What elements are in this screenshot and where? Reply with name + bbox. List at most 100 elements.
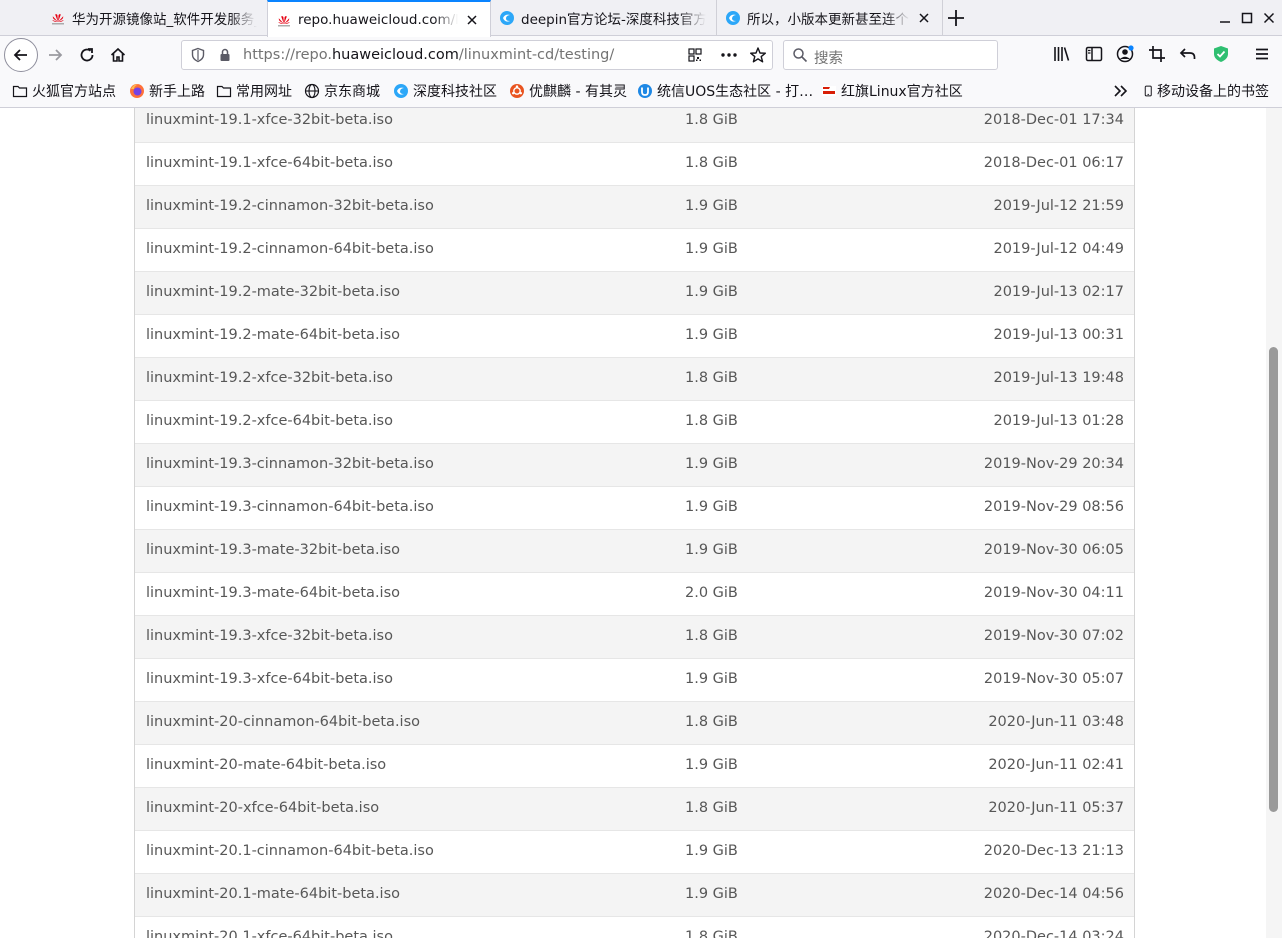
file-link[interactable]: linuxmint-19.3-cinnamon-64bit-beta.iso <box>146 499 434 515</box>
file-date: 2019-Nov-30 04:11 <box>983 585 1124 601</box>
folder-icon <box>12 85 28 98</box>
bookmark-mobile[interactable]: 移动设备上的书签 <box>1143 82 1269 100</box>
bookmark-jd[interactable]: 京东商城 <box>304 82 380 100</box>
file-link[interactable]: linuxmint-19.3-mate-64bit-beta.iso <box>146 585 400 601</box>
home-icon <box>110 47 126 62</box>
arrow-right-icon <box>49 49 63 61</box>
file-link[interactable]: linuxmint-20.1-cinnamon-64bit-beta.iso <box>146 843 434 859</box>
table-row: linuxmint-19.1-xfce-32bit-beta.iso 1.8 Gi… <box>135 108 1134 143</box>
account-icon[interactable] <box>1115 44 1135 64</box>
table-row: linuxmint-20.1-mate-64bit-beta.iso 1.9 Gi… <box>135 874 1134 917</box>
close-tab-icon[interactable] <box>464 12 480 28</box>
file-size: 1.8 GiB <box>685 155 738 171</box>
shield-icon[interactable] <box>190 47 206 63</box>
url-bar[interactable]: https://repo.huaweicloud.com/linuxmint-c… <box>181 40 773 70</box>
chevron-double-right-icon[interactable] <box>1112 82 1130 100</box>
file-link[interactable]: linuxmint-20.1-xfce-64bit-beta.iso <box>146 929 393 938</box>
scrollbar-thumb[interactable] <box>1269 347 1278 812</box>
file-link[interactable]: linuxmint-20-xfce-64bit-beta.iso <box>146 800 379 816</box>
minimize-icon[interactable] <box>1216 9 1234 27</box>
file-date: 2019-Jul-12 21:59 <box>993 198 1124 214</box>
file-link[interactable]: linuxmint-19.2-xfce-32bit-beta.iso <box>146 370 393 386</box>
file-size: 1.9 GiB <box>685 542 738 558</box>
window-close-icon[interactable] <box>1260 9 1278 27</box>
file-link[interactable]: linuxmint-19.2-cinnamon-64bit-beta.iso <box>146 241 434 257</box>
tab-huawei-mirror[interactable]: 华为开源镜像站_软件开发服务_华为云 <box>42 0 268 36</box>
file-link[interactable]: linuxmint-19.3-mate-32bit-beta.iso <box>146 542 400 558</box>
file-link[interactable]: linuxmint-19.3-cinnamon-32bit-beta.iso <box>146 456 434 472</box>
bookmark-ubuntukylin[interactable]: 优麒麟 - 有其灵 <box>509 82 627 100</box>
file-link[interactable]: linuxmint-19.2-cinnamon-32bit-beta.iso <box>146 198 434 214</box>
page-content: linuxmint-19.1-xfce-32bit-beta.iso 1.8 Gi… <box>0 108 1266 938</box>
huawei-icon <box>278 15 290 26</box>
table-row: linuxmint-20-xfce-64bit-beta.iso 1.8 GiB 2… <box>135 788 1134 831</box>
lock-icon[interactable] <box>217 47 233 63</box>
arrow-left-icon <box>13 49 27 61</box>
file-link[interactable]: linuxmint-19.1-xfce-32bit-beta.iso <box>146 112 393 128</box>
tab-title: repo.huaweicloud.com/linuxmint-cd/testin… <box>298 11 458 28</box>
file-link[interactable]: linuxmint-19.1-xfce-64bit-beta.iso <box>146 155 393 171</box>
deepin-icon <box>726 11 740 25</box>
reload-button[interactable] <box>72 40 102 70</box>
menu-icon[interactable] <box>1252 44 1272 64</box>
security-shield-icon[interactable] <box>1211 44 1231 64</box>
tab-title: 所以，小版本更新甚至连个 <box>747 12 909 28</box>
file-size: 1.9 GiB <box>685 843 738 859</box>
file-date: 2020-Jun-11 02:41 <box>988 757 1124 773</box>
file-link[interactable]: linuxmint-19.3-xfce-32bit-beta.iso <box>146 628 393 644</box>
bookmark-getting-started[interactable]: 新手上路 <box>129 82 205 100</box>
file-size: 1.9 GiB <box>685 671 738 687</box>
bookmark-uos-community[interactable]: 统信UOS生态社区 - 打… <box>637 82 813 100</box>
table-row: linuxmint-20.1-cinnamon-64bit-beta.iso 1.… <box>135 831 1134 874</box>
file-size: 1.8 GiB <box>685 800 738 816</box>
bookmark-label: 常用网址 <box>236 84 292 100</box>
file-link[interactable]: linuxmint-19.2-mate-32bit-beta.iso <box>146 284 400 300</box>
bookmark-firefox-official[interactable]: 火狐官方站点 <box>12 82 116 100</box>
file-link[interactable]: linuxmint-20-cinnamon-64bit-beta.iso <box>146 714 420 730</box>
bookmark-label: 火狐官方站点 <box>32 84 116 100</box>
file-size: 1.9 GiB <box>685 757 738 773</box>
file-link[interactable]: linuxmint-19.2-mate-64bit-beta.iso <box>146 327 400 343</box>
undo-icon[interactable] <box>1178 44 1198 64</box>
qr-code-icon[interactable] <box>687 47 703 63</box>
maximize-icon[interactable] <box>1238 9 1256 27</box>
table-row: linuxmint-19.2-cinnamon-64bit-beta.iso 1.… <box>135 229 1134 272</box>
bookmark-common-sites[interactable]: 常用网址 <box>216 82 292 100</box>
tab-repo-testing[interactable]: repo.huaweicloud.com/linuxmint-cd/testin… <box>267 0 491 37</box>
file-listing: linuxmint-19.1-xfce-32bit-beta.iso 1.8 Gi… <box>134 108 1135 938</box>
globe-icon <box>304 83 320 99</box>
file-size: 1.9 GiB <box>685 886 738 902</box>
bookmark-redflag-linux[interactable]: 红旗Linux官方社区 <box>821 82 963 100</box>
url-path: /linuxmint-cd/testing/ <box>458 47 615 63</box>
file-date: 2019-Jul-12 04:49 <box>993 241 1124 257</box>
file-link[interactable]: linuxmint-20.1-mate-64bit-beta.iso <box>146 886 400 902</box>
library-icon[interactable] <box>1052 44 1072 64</box>
url-domain: huaweicloud.com <box>331 47 459 63</box>
home-button[interactable] <box>103 40 133 70</box>
back-button[interactable] <box>4 38 38 72</box>
table-row: linuxmint-19.2-mate-32bit-beta.iso 1.9 Gi… <box>135 272 1134 315</box>
forward-button[interactable] <box>40 40 70 70</box>
url-text[interactable]: https://repo.huaweicloud.com/linuxmint-c… <box>243 47 614 63</box>
sidebar-icon[interactable] <box>1084 44 1104 64</box>
search-bar[interactable]: 搜索 <box>783 40 998 70</box>
deepin-icon <box>394 84 408 98</box>
screenshot-crop-icon[interactable] <box>1147 44 1167 64</box>
tab-deepin-post[interactable]: 所以，小版本更新甚至连个 <box>717 0 943 36</box>
bookmark-label: 统信UOS生态社区 - 打… <box>657 84 814 100</box>
bookmark-deepin-community[interactable]: 深度科技社区 <box>393 82 497 100</box>
file-date: 2019-Nov-29 08:56 <box>983 499 1124 515</box>
new-tab-icon[interactable] <box>944 6 968 30</box>
table-row: linuxmint-19.2-cinnamon-32bit-beta.iso 1.… <box>135 186 1134 229</box>
bookmark-star-icon[interactable] <box>749 46 767 64</box>
file-date: 2020-Jun-11 03:48 <box>988 714 1124 730</box>
file-link[interactable]: linuxmint-19.2-xfce-64bit-beta.iso <box>146 413 393 429</box>
more-actions-icon[interactable] <box>720 47 738 63</box>
file-link[interactable]: linuxmint-20-mate-64bit-beta.iso <box>146 757 386 773</box>
file-link[interactable]: linuxmint-19.3-xfce-64bit-beta.iso <box>146 671 393 687</box>
table-row: linuxmint-20-mate-64bit-beta.iso 1.9 GiB 2… <box>135 745 1134 788</box>
close-tab-icon[interactable] <box>916 10 932 26</box>
file-size: 1.8 GiB <box>685 370 738 386</box>
tab-deepin-forum[interactable]: deepin官方论坛-深度科技官方论坛 <box>491 0 717 36</box>
file-date: 2019-Jul-13 19:48 <box>993 370 1124 386</box>
